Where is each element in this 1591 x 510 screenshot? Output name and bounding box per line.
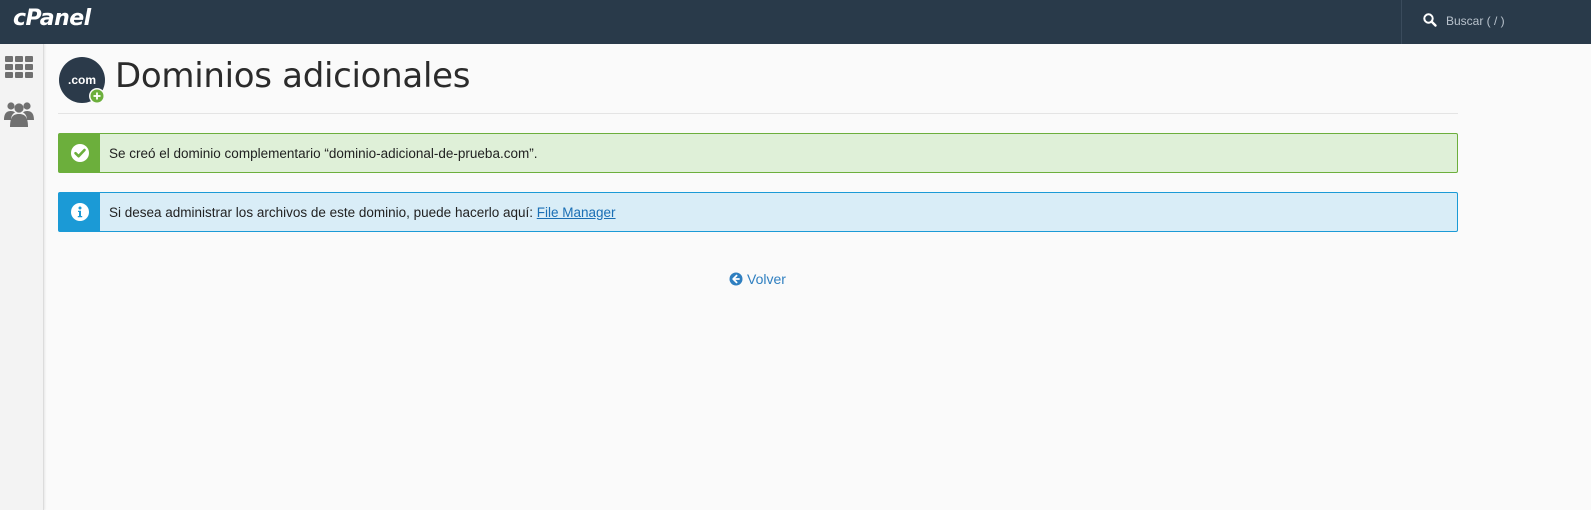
search-input[interactable] — [1446, 10, 1576, 32]
info-message-wrap: Si desea administrar los archivos de est… — [100, 205, 616, 220]
file-manager-link[interactable]: File Manager — [537, 205, 616, 220]
info-message: Si desea administrar los archivos de est… — [109, 204, 537, 220]
back-link[interactable]: Volver — [729, 271, 786, 287]
alert-icon-panel — [59, 193, 100, 231]
grid-icon[interactable] — [4, 54, 34, 84]
back-label: Volver — [747, 271, 786, 287]
alert-icon-panel — [59, 134, 100, 172]
success-message: Se creó el dominio complementario “domin… — [109, 145, 538, 161]
top-navigation-bar: cPanel — [0, 0, 1591, 44]
search-box[interactable] — [1401, 0, 1591, 44]
arrow-circle-left-icon — [729, 272, 743, 286]
users-icon[interactable] — [4, 98, 34, 128]
page-title: Dominios adicionales — [115, 56, 471, 96]
page-header: .com Dominios adicionales — [58, 44, 1458, 114]
sidebar — [0, 44, 44, 510]
info-circle-icon — [70, 203, 89, 221]
page-icon-text: .com — [67, 73, 96, 87]
main-content: .com Dominios adicionales Se creó el dom… — [58, 44, 1458, 287]
success-alert: Se creó el dominio complementario “domin… — [58, 133, 1458, 173]
search-icon — [1423, 13, 1437, 27]
cpanel-logo[interactable]: cPanel — [13, 6, 91, 31]
check-circle-icon — [70, 144, 89, 162]
info-alert: Si desea administrar los archivos de est… — [58, 192, 1458, 232]
